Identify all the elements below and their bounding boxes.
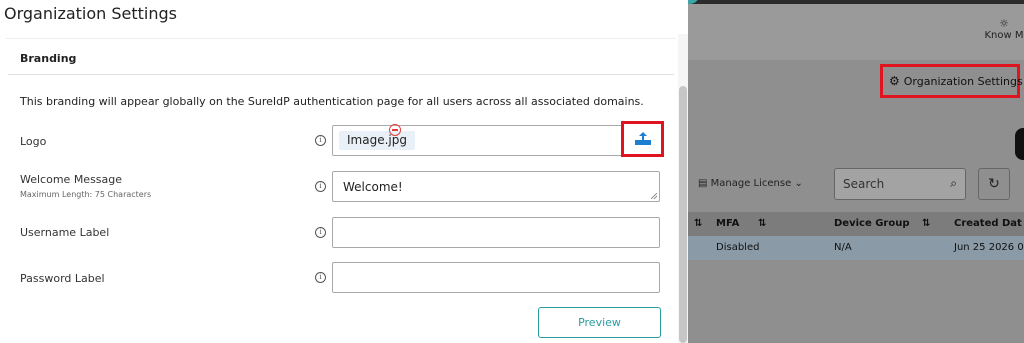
sort-icon[interactable]: ⇅	[758, 218, 766, 229]
info-icon[interactable]: i	[315, 181, 326, 192]
gear-icon: ⚙	[889, 74, 900, 88]
organization-settings-label: Organization Settings	[903, 74, 1023, 88]
manage-license-label: Manage License	[710, 178, 792, 189]
password-label-input[interactable]	[332, 262, 660, 293]
sort-icon[interactable]: ⇅	[922, 218, 930, 229]
scrollbar-thumb[interactable]	[679, 86, 687, 343]
upload-button[interactable]	[621, 121, 664, 157]
page-title: Organization Settings	[4, 4, 177, 23]
search-placeholder: Search	[843, 177, 885, 191]
section-divider	[8, 74, 674, 75]
logo-file-field[interactable]: Image.jpg	[332, 125, 660, 156]
branding-description: This branding will appear globally on th…	[20, 95, 644, 108]
cell-device-group: N/A	[834, 242, 852, 253]
search-input[interactable]: Search ⌕	[834, 168, 966, 200]
file-name-chip: Image.jpg	[339, 131, 415, 150]
welcome-message-value: Welcome!	[343, 180, 403, 194]
scrollbar[interactable]	[678, 34, 688, 343]
know-more-link[interactable]: ☼ Know M	[984, 17, 1024, 42]
manage-license-dropdown[interactable]: ▤ Manage License ⌄	[698, 178, 803, 189]
header-divider	[6, 38, 676, 39]
organization-settings-button[interactable]: ⚙ Organization Settings	[880, 64, 1023, 98]
table-header: ⇅ MFA ⇅ Device Group ⇅ Created Dat	[688, 212, 1024, 236]
license-icon: ▤	[698, 178, 708, 189]
background-top-strip	[688, 0, 1024, 4]
info-icon[interactable]: i	[315, 272, 326, 283]
cell-mfa: Disabled	[716, 242, 760, 253]
chevron-down-icon: ⌄	[794, 178, 803, 189]
side-drawer-handle[interactable]	[1015, 128, 1024, 160]
table-row[interactable]: Disabled N/A Jun 25 2026 0	[688, 236, 1024, 260]
password-label-label: Password Label	[20, 272, 105, 285]
username-label-label: Username Label	[20, 226, 110, 239]
search-icon[interactable]: ⌕	[950, 176, 957, 191]
logo-label: Logo	[20, 135, 47, 148]
column-header-device-group[interactable]: Device Group	[834, 218, 910, 229]
grid-toolbar: ▤ Manage License ⌄ Search ⌕ ↻	[688, 166, 1024, 204]
column-header-created-date[interactable]: Created Dat	[954, 218, 1022, 229]
organization-settings-modal: Organization Settings Branding This bran…	[0, 0, 688, 343]
section-title-branding: Branding	[20, 52, 77, 65]
welcome-message-textarea[interactable]: Welcome!	[332, 171, 660, 202]
welcome-message-hint: Maximum Length: 75 Characters	[20, 190, 152, 199]
username-label-input[interactable]	[332, 217, 660, 248]
column-header-mfa[interactable]: MFA	[716, 218, 739, 229]
info-icon[interactable]: i	[315, 227, 326, 238]
refresh-button[interactable]: ↻	[978, 168, 1010, 200]
preview-button[interactable]: Preview	[538, 307, 661, 338]
info-icon[interactable]: i	[315, 135, 326, 146]
sort-icon[interactable]: ⇅	[694, 218, 702, 229]
remove-file-icon[interactable]	[389, 124, 401, 136]
background-app: ☼ Know M ⚙ Organization Settings ▤ Manag…	[688, 0, 1024, 343]
know-more-label: Know M	[984, 30, 1024, 41]
cell-created-date: Jun 25 2026 0	[954, 242, 1024, 253]
welcome-message-label: Welcome Message	[20, 173, 123, 186]
upload-icon	[635, 132, 651, 145]
refresh-icon: ↻	[988, 176, 1000, 192]
background-topbar	[688, 0, 1024, 60]
lightbulb-icon: ☼	[999, 17, 1009, 30]
resize-handle-icon[interactable]	[651, 193, 657, 199]
